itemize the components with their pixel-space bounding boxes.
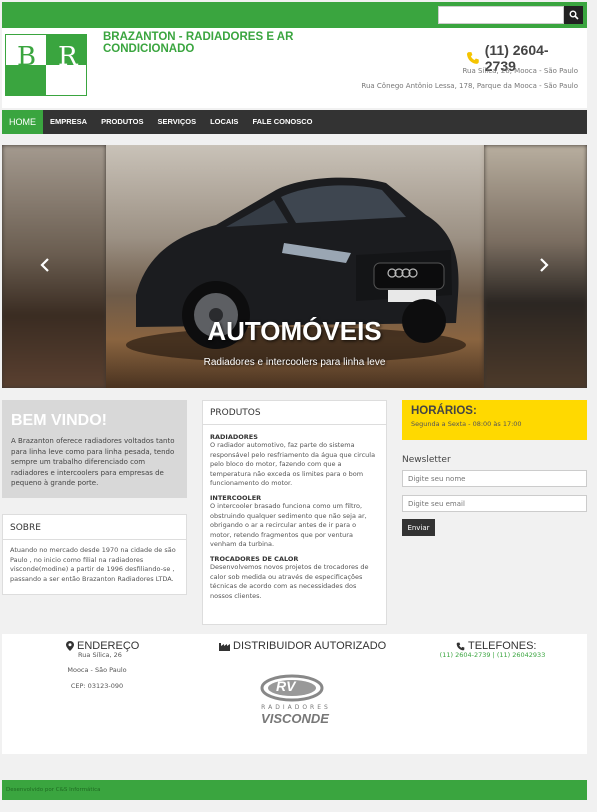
footer-address-line: Mooca - São Paulo xyxy=(67,666,127,674)
footer-credit[interactable]: Desenvolvido por C&S Informática xyxy=(6,787,101,793)
nav-item-home[interactable]: HOME xyxy=(2,110,43,134)
visconde-logo[interactable]: RV RADIADORES VISCONDE xyxy=(240,672,350,727)
main-nav: HOME EMPRESA PRODUTOS SERVIÇOS LOCAIS FA… xyxy=(2,110,587,134)
product-text: O radiador automotivo, faz parte do sist… xyxy=(210,441,376,488)
footer-address-line: CEP: 03123-090 xyxy=(70,682,124,690)
nav-item-locais[interactable]: LOCAIS xyxy=(203,110,245,134)
chevron-left-icon xyxy=(40,258,49,272)
slide-image xyxy=(106,145,484,388)
phone-icon xyxy=(456,642,465,650)
slider-next-button[interactable] xyxy=(539,257,549,276)
footer-address-line: Rua Sílica, 26 xyxy=(78,651,122,659)
logo[interactable]: B R xyxy=(5,34,87,96)
slide-subtitle: Radiadores e intercoolers para linha lev… xyxy=(203,357,386,368)
hours-title: HORÁRIOS: xyxy=(411,405,477,417)
slider-prev-button[interactable] xyxy=(40,257,50,276)
nav-item-fale-conosco[interactable]: FALE CONOSCO xyxy=(245,110,319,134)
product-heading: RADIADORES xyxy=(210,433,258,441)
logo-letter-b: B xyxy=(17,42,37,72)
product-heading: INTERCOOLER xyxy=(210,493,262,502)
search-input[interactable] xyxy=(438,6,564,24)
visconde-logo-mark-text: RV xyxy=(276,678,296,694)
about-box: SOBRE Atuando no mercado desde 1970 na c… xyxy=(2,514,187,595)
footer-distributor-heading: DISTRIBUIDOR AUTORIZADO xyxy=(219,640,386,652)
about-text: Atuando no mercado desde 1970 na cidade … xyxy=(10,546,176,583)
nav-item-servicos[interactable]: SERVIÇOS xyxy=(150,110,203,134)
about-title: SOBRE xyxy=(3,515,186,540)
car-illustration xyxy=(126,177,466,363)
welcome-title: BEM VINDO! xyxy=(11,412,107,429)
map-marker-icon xyxy=(66,641,74,651)
footer-phones-text[interactable]: (11) 2604-2739 | (11) 26042933 xyxy=(430,651,555,659)
newsletter-name-input[interactable] xyxy=(402,470,587,487)
product-text: O intercooler brasado funciona como um f… xyxy=(210,501,367,549)
slide-right-blurred xyxy=(484,145,587,388)
products-box: PRODUTOS RADIADORES O radiador automotiv… xyxy=(202,400,387,625)
nav-item-produtos[interactable]: PRODUTOS xyxy=(94,110,150,134)
product-text: Desenvolvemos novos projetos de trocador… xyxy=(210,562,369,600)
products-title: PRODUTOS xyxy=(203,401,386,425)
phone-icon xyxy=(466,52,479,64)
search-form xyxy=(438,6,583,24)
header-address-2: Rua Cônego Antônio Lessa, 178, Parque da… xyxy=(361,82,578,90)
hero-slider xyxy=(2,145,587,388)
welcome-text: A Brazanton oferece radiadores voltados … xyxy=(11,437,175,487)
company-name: BRAZANTON - RADIADORES E AR CONDICIONADO xyxy=(103,31,294,55)
newsletter-send-button[interactable]: Enviar xyxy=(402,519,435,536)
chevron-right-icon xyxy=(540,258,549,272)
slide-left-blurred xyxy=(2,145,106,388)
newsletter-label: Newsletter xyxy=(402,455,451,465)
welcome-box: BEM VINDO! A Brazanton oferece radiadore… xyxy=(2,400,187,498)
visconde-logo-line1: RADIADORES xyxy=(261,704,331,711)
header-address-1: Rua Sílica, 26, Mooca - São Paulo xyxy=(462,67,578,75)
slide-title: AUTOMÓVEIS xyxy=(207,316,382,346)
nav-item-empresa[interactable]: EMPRESA xyxy=(43,110,94,134)
search-icon xyxy=(569,10,579,20)
logo-letter-r: R xyxy=(58,42,78,72)
hours-box: HORÁRIOS: Segunda a Sexta - 08:00 às 17:… xyxy=(402,400,587,440)
hours-text: Segunda a Sexta - 08:00 às 17:00 xyxy=(411,420,522,428)
industry-icon xyxy=(219,643,230,651)
newsletter-email-input[interactable] xyxy=(402,495,587,512)
visconde-logo-line2: VISCONDE xyxy=(261,711,329,726)
product-heading: TROCADORES DE CALOR xyxy=(210,554,299,563)
search-button[interactable] xyxy=(564,6,583,24)
footer-distributor-title: DISTRIBUIDOR AUTORIZADO xyxy=(233,640,387,652)
